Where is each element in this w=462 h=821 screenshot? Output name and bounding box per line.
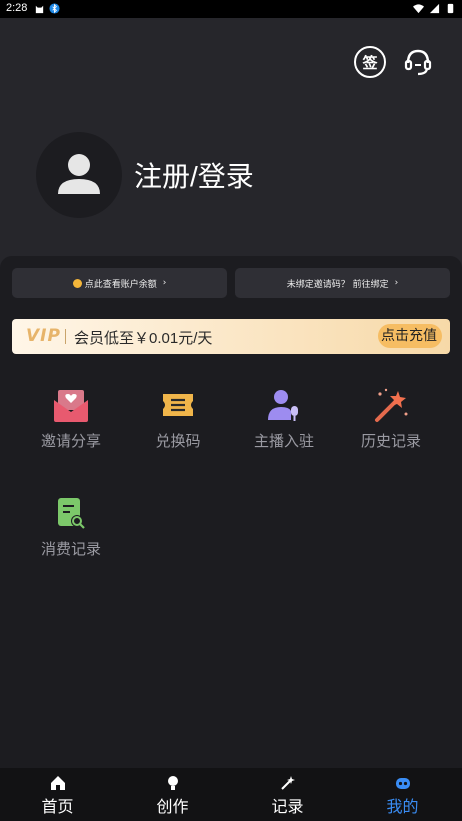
chevron-right-icon: › bbox=[394, 278, 399, 288]
login-register-link[interactable]: 注册/登录 bbox=[134, 155, 254, 195]
grid-label: 消费记录 bbox=[40, 541, 101, 558]
sign-in-label: 签 bbox=[362, 53, 378, 72]
invite-label: 未绑定邀请码？ 前往绑定 bbox=[286, 279, 389, 290]
account-balance-button[interactable]: 点此查看账户余额 › bbox=[12, 268, 227, 298]
wifi-icon bbox=[413, 4, 424, 14]
status-time: 2:28 bbox=[6, 2, 28, 14]
grid-label: 兑换码 bbox=[155, 433, 201, 450]
vip-logo: VIP bbox=[26, 326, 61, 346]
chevron-right-icon: › bbox=[162, 278, 167, 288]
nav-item-records[interactable]: 记录 bbox=[230, 768, 345, 821]
receipt-search-icon bbox=[58, 498, 85, 529]
grid-item-consumption-records[interactable]: 消费记录 bbox=[21, 494, 121, 559]
grid-label: 主播入驻 bbox=[253, 433, 314, 450]
magic-wand-icon bbox=[375, 388, 408, 422]
anchor-microphone-icon bbox=[268, 390, 298, 421]
grid-item-redeem-code[interactable]: 兑换码 bbox=[128, 386, 228, 451]
nav-label: 记录 bbox=[271, 799, 304, 816]
nav-item-create[interactable]: 创作 bbox=[115, 768, 230, 821]
grid-item-history[interactable]: 历史记录 bbox=[341, 386, 441, 451]
bottom-nav: 首页 创作 记录 我的 bbox=[0, 768, 462, 821]
divider bbox=[65, 329, 66, 344]
bind-invite-code-button[interactable]: 未绑定邀请码？ 前往绑定 › bbox=[235, 268, 450, 298]
recharge-button[interactable]: 点击充值 bbox=[378, 324, 442, 348]
nav-item-home[interactable]: 首页 bbox=[0, 768, 115, 821]
lightbulb-icon bbox=[167, 776, 178, 790]
battery-icon bbox=[447, 3, 454, 14]
ticket-icon bbox=[163, 394, 193, 416]
profile-header: 签 注册/登录 bbox=[0, 18, 462, 268]
status-bar: 2:28 bbox=[0, 0, 462, 18]
envelope-heart-icon bbox=[54, 390, 88, 422]
bluetooth-icon bbox=[49, 3, 60, 14]
nav-item-mine[interactable]: 我的 bbox=[345, 768, 460, 821]
wand-icon bbox=[280, 776, 295, 790]
balance-label: 点此查看账户余额 bbox=[84, 279, 157, 290]
nav-label: 我的 bbox=[386, 799, 419, 816]
vip-banner[interactable]: VIP 会员低至￥0.01元/天 点击充值 bbox=[12, 319, 450, 354]
nav-label: 首页 bbox=[41, 799, 74, 816]
signal-icon bbox=[429, 3, 440, 14]
user-icon bbox=[58, 154, 100, 194]
home-icon bbox=[50, 776, 65, 790]
customer-service-icon[interactable] bbox=[402, 46, 434, 78]
robot-face-icon bbox=[395, 778, 410, 789]
grid-label: 邀请分享 bbox=[40, 433, 101, 450]
grid-item-anchor-join[interactable]: 主播入驻 bbox=[234, 386, 334, 451]
vip-promo-text: 会员低至￥0.01元/天 bbox=[74, 330, 213, 347]
grid-item-invite-share[interactable]: 邀请分享 bbox=[21, 386, 121, 451]
nav-label: 创作 bbox=[156, 799, 189, 816]
grid-label: 历史记录 bbox=[360, 433, 421, 450]
coin-icon bbox=[72, 278, 82, 288]
cat-notification-icon bbox=[35, 5, 44, 14]
sign-in-button[interactable]: 签 bbox=[354, 46, 386, 78]
avatar[interactable] bbox=[36, 132, 122, 218]
